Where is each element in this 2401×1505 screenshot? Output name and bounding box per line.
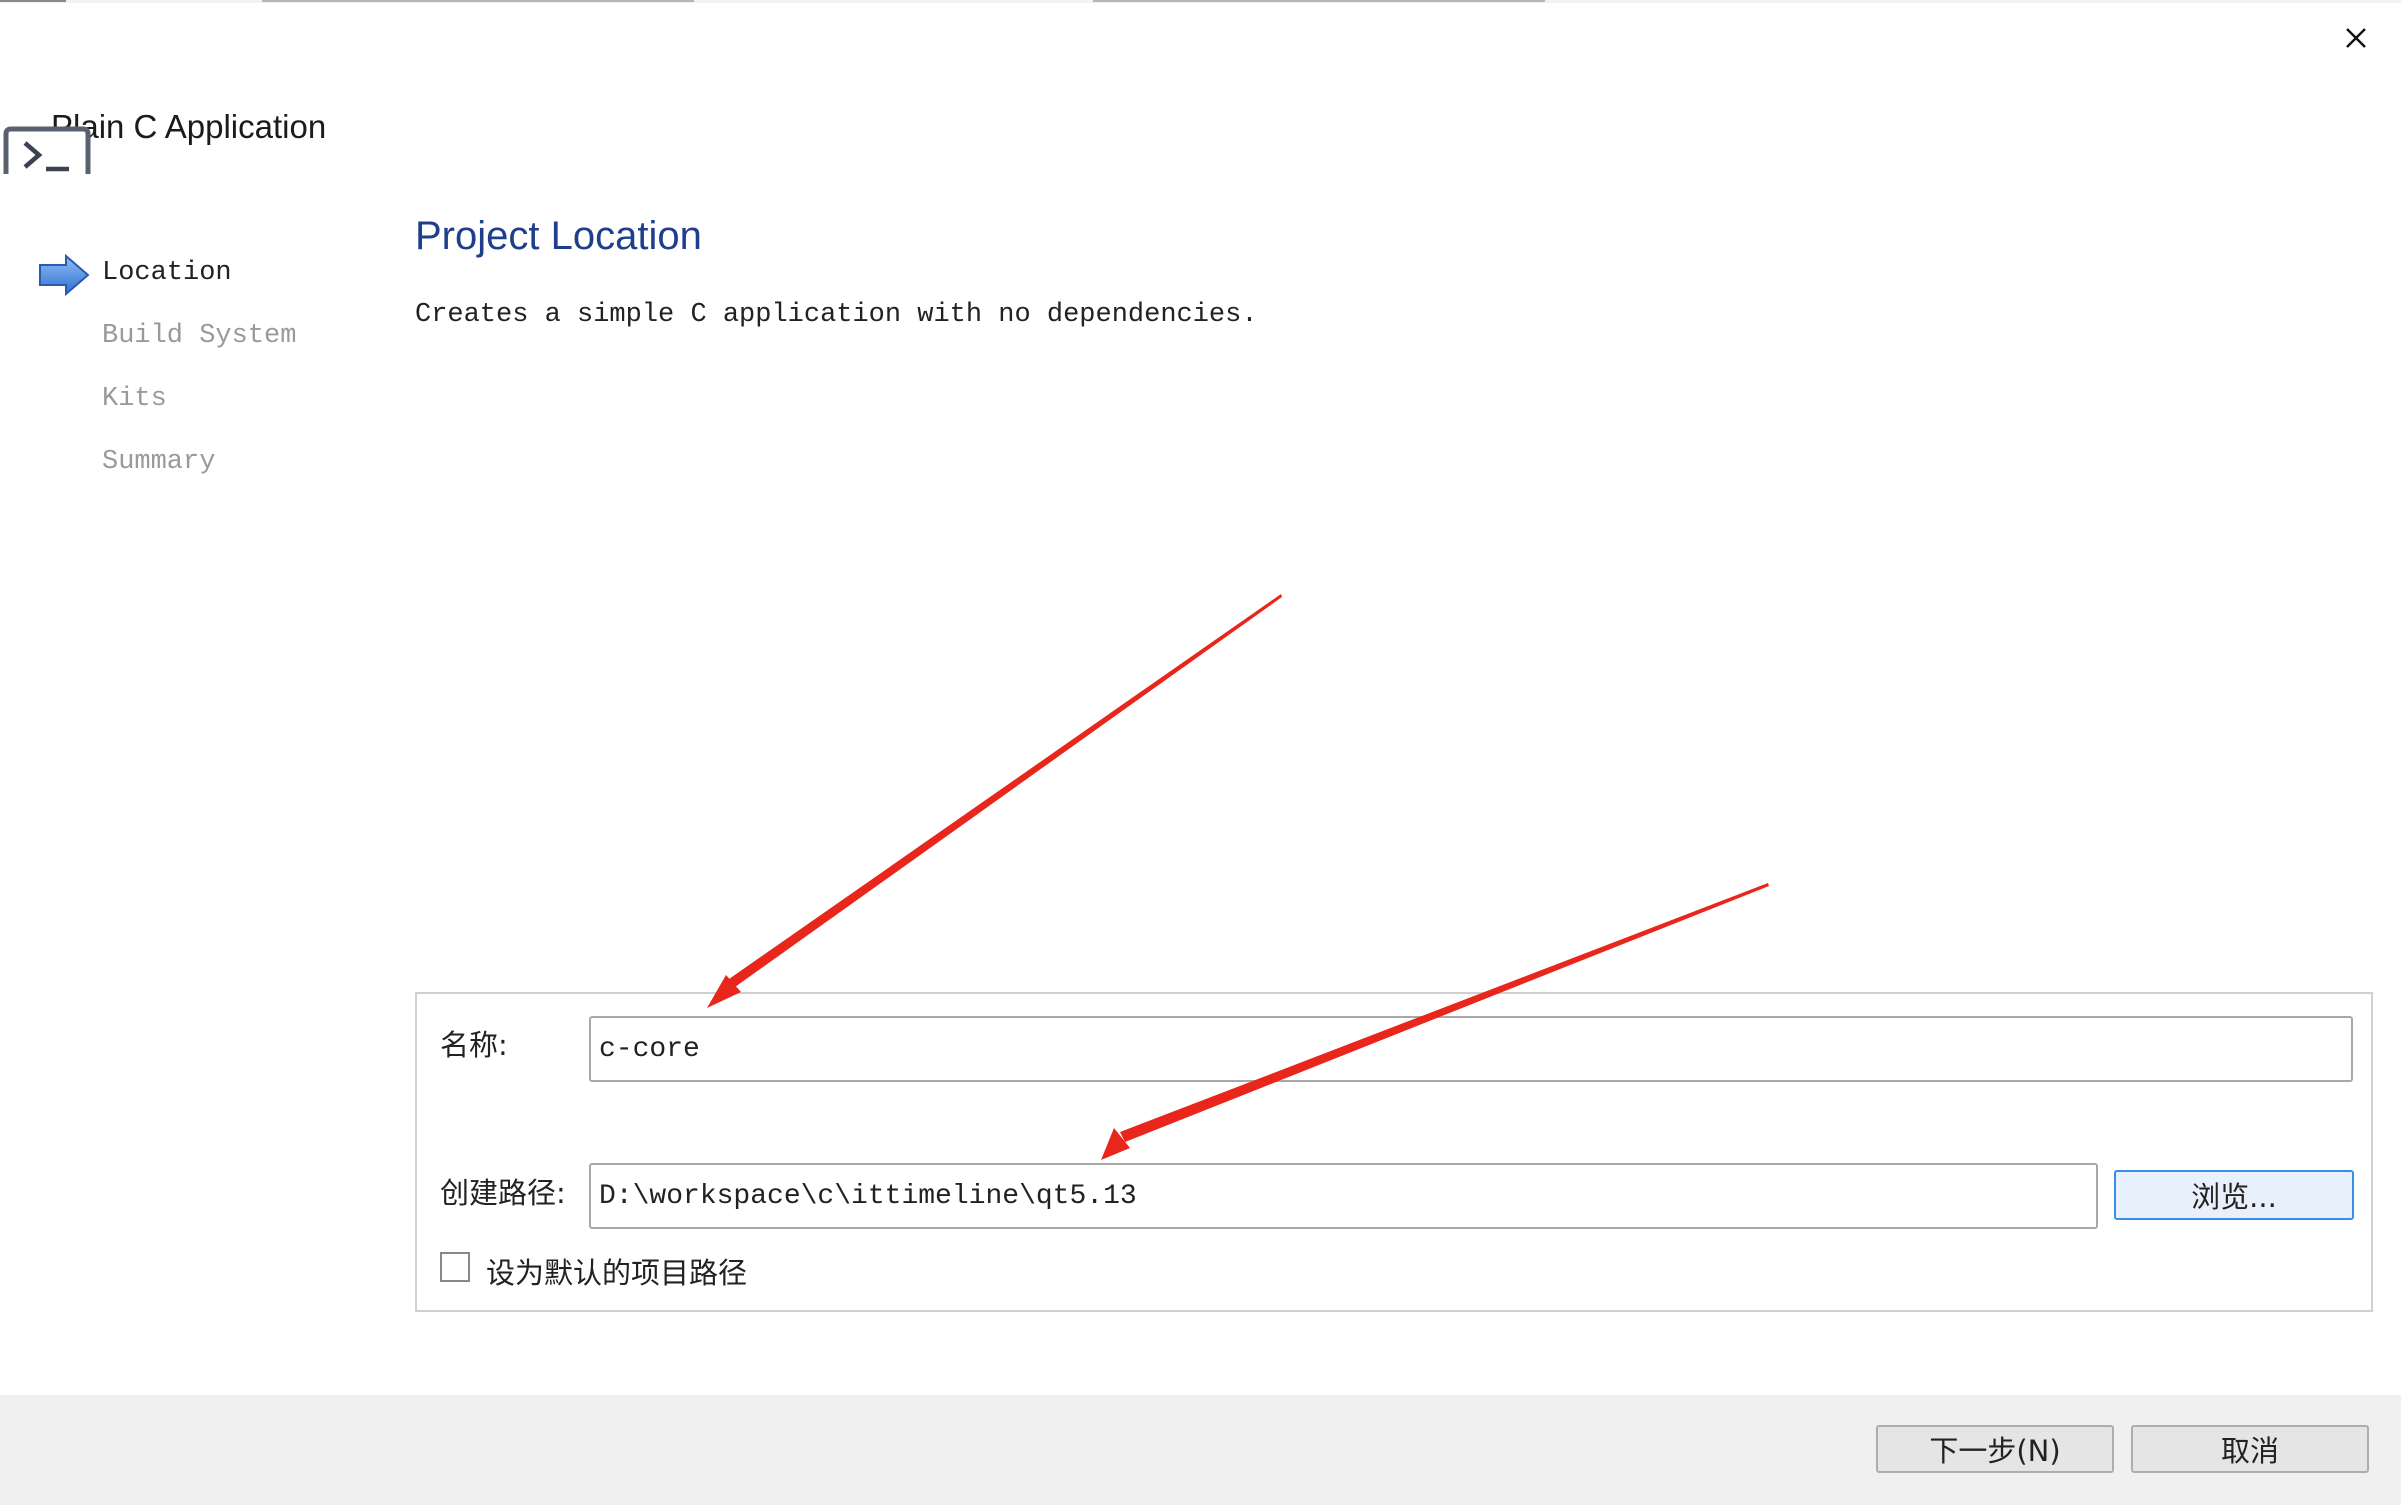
name-label: 名称: xyxy=(440,1028,508,1062)
app-title: Plain C Application xyxy=(51,108,327,145)
cancel-button[interactable]: 取消 xyxy=(2131,1425,2369,1473)
close-button[interactable] xyxy=(2336,18,2376,58)
page-heading: Project Location xyxy=(415,214,702,258)
terminal-icon xyxy=(3,126,91,174)
project-name-input[interactable]: c-core xyxy=(589,1016,2353,1082)
default-path-checkbox-label: 设为默认的项目路径 xyxy=(486,1256,748,1290)
step-summary: Summary xyxy=(102,447,216,477)
browse-button[interactable]: 浏览... xyxy=(2114,1170,2354,1220)
page-description: Creates a simple C application with no d… xyxy=(415,300,1258,330)
step-build-system: Build System xyxy=(102,321,297,351)
tab-indicator xyxy=(0,0,66,2)
current-step-arrow-icon xyxy=(39,254,90,296)
annotation-arrow-name xyxy=(707,594,1282,1008)
project-path-input[interactable]: D:\workspace\c\ittimeline\qt5.13 xyxy=(589,1163,2098,1229)
path-label: 创建路径: xyxy=(440,1176,566,1210)
next-button[interactable]: 下一步(N) xyxy=(1876,1425,2114,1473)
default-path-checkbox[interactable] xyxy=(440,1252,470,1282)
tab-indicator xyxy=(1093,0,1545,2)
tab-indicator xyxy=(262,0,694,2)
step-location: Location xyxy=(102,258,232,288)
step-kits: Kits xyxy=(102,384,167,414)
close-icon xyxy=(2346,28,2366,48)
